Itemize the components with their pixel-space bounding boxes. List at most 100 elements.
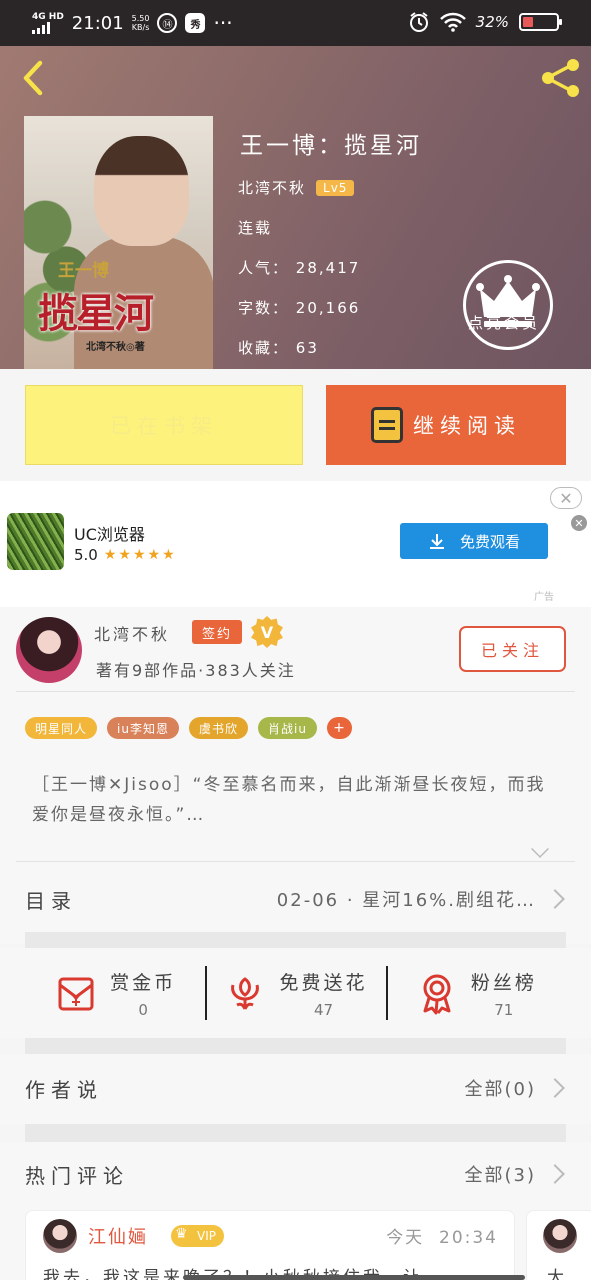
- book-popularity: 人气： 28,417: [238, 259, 361, 277]
- author-says-section: 作者说 全部(0): [0, 1054, 591, 1124]
- battery-icon: [519, 13, 562, 31]
- hot-comments-row[interactable]: 热门评论 全部(3): [25, 1154, 566, 1194]
- reward-label: 免费送花: [279, 971, 368, 994]
- tag-chip[interactable]: 肖战iu: [257, 717, 317, 739]
- flower-icon: [231, 977, 260, 1010]
- cover-figure-face: [94, 136, 189, 246]
- ad-label: 广告: [534, 592, 554, 603]
- status-bar: 4G HD 21:01 5.50 KB/s ⑭ 秀 ··· 32%: [0, 0, 591, 46]
- gift-envelope-icon: [58, 977, 94, 1011]
- horizontal-scrollbar[interactable]: [183, 1275, 525, 1280]
- reward-value: 0: [138, 1000, 148, 1019]
- book-word-count: 字数： 20,166: [238, 299, 361, 317]
- book-author-line: 北湾不秋 Lv5: [238, 177, 355, 198]
- divider: [16, 861, 575, 862]
- ad-close-button[interactable]: ✕: [550, 487, 582, 509]
- divider: [16, 691, 575, 692]
- alarm-icon: [409, 12, 428, 32]
- author-name[interactable]: 北湾不秋: [94, 621, 170, 645]
- tag-list: 明星同人 iu李知恩 虞书欣 肖战iu +: [25, 717, 352, 739]
- back-icon[interactable]: [18, 58, 48, 98]
- reward-label: 赏金币: [110, 971, 177, 994]
- notification-show-icon: 秀: [185, 13, 206, 33]
- chevron-right-icon: [545, 889, 565, 909]
- continue-reading-label: 继续阅读: [413, 414, 521, 438]
- wifi-icon: [439, 12, 466, 32]
- verified-badge-icon: V: [251, 616, 283, 648]
- more-notifications-icon: ···: [213, 11, 233, 35]
- vip-crown-button[interactable]: [463, 260, 553, 350]
- vip-label[interactable]: 点亮会员: [468, 312, 540, 333]
- crown-icon: [476, 275, 540, 327]
- reward-value: 47: [313, 1000, 334, 1019]
- reward-fan-ranking[interactable]: 粉丝榜 71: [385, 948, 566, 1038]
- ad-app-name: UC浏览器: [74, 525, 145, 544]
- author-says-label: 作者说: [25, 1077, 103, 1102]
- reward-label: 粉丝榜: [470, 971, 537, 994]
- author-avatar[interactable]: [16, 617, 82, 683]
- cover-credit: 北湾不秋◎著: [86, 342, 145, 353]
- tag-chip[interactable]: 虞书欣: [188, 717, 248, 739]
- reward-flowers[interactable]: 免费送花 47: [205, 948, 385, 1038]
- commenter-avatar[interactable]: [43, 1219, 77, 1253]
- book-cover[interactable]: 王一博 揽星河 北湾不秋◎著: [24, 116, 213, 369]
- ad-download-button[interactable]: 免费观看: [400, 523, 548, 559]
- author-says-count: 全部(0): [464, 1079, 536, 1100]
- catalog-label: 目录: [25, 888, 77, 913]
- hot-comments-label: 热门评论: [25, 1163, 129, 1188]
- commenter-avatar[interactable]: [543, 1219, 577, 1253]
- latest-chapter: 02-06 · 星河16%.剧组花…: [276, 890, 536, 911]
- follow-button[interactable]: 已关注: [459, 626, 566, 672]
- chevron-right-icon: [545, 1164, 565, 1184]
- network-type: 4G HD: [32, 11, 64, 22]
- add-tag-button[interactable]: +: [326, 717, 352, 739]
- notification-app-icon: ⑭: [157, 13, 178, 33]
- section-separator: [25, 1038, 566, 1054]
- share-icon[interactable]: [539, 56, 583, 100]
- comment-card[interactable]: 大: [526, 1210, 591, 1280]
- signed-badge: 签约: [192, 620, 242, 644]
- book-favorites: 收藏： 63: [238, 339, 319, 357]
- hot-comments-count: 全部(3): [464, 1165, 536, 1186]
- ad-rating: 5.0 ★★★★★: [74, 546, 177, 564]
- synopsis[interactable]: ［王一博✕Jisoo］“冬至慕名而来，自此渐渐昼长夜短，而我爱你是昼夜永恒。”…: [32, 770, 562, 830]
- ad-dismiss-icon[interactable]: ✕: [571, 515, 587, 531]
- tag-chip[interactable]: iu李知恩: [107, 717, 179, 739]
- reward-coins[interactable]: 赏金币 0: [25, 948, 205, 1038]
- in-bookshelf-button[interactable]: 已在书架: [25, 385, 303, 465]
- battery-level: [523, 17, 534, 27]
- section-separator: [25, 932, 566, 948]
- section-separator: [25, 1124, 566, 1142]
- book-header: 王一博 揽星河 北湾不秋◎著 王一博：揽星河 北湾不秋 Lv5 连载 人气： 2…: [0, 46, 591, 369]
- comment-time: 今天 20:34: [386, 1228, 498, 1248]
- download-icon: [429, 534, 444, 549]
- book-title: 王一博：揽星河: [240, 133, 422, 159]
- expand-chevron-icon[interactable]: [531, 840, 549, 858]
- book-icon: [371, 407, 403, 443]
- continue-reading-button[interactable]: 继续阅读: [326, 385, 566, 465]
- clock: 21:01: [71, 12, 124, 34]
- star-rating-icon: ★★★★★: [103, 547, 177, 563]
- tag-chip[interactable]: 明星同人: [25, 717, 98, 739]
- net-speed: 5.50 KB/s: [131, 14, 150, 32]
- cover-subtitle: 王一博: [58, 261, 109, 281]
- reward-bar: 赏金币 0 免费送花 47 粉丝榜 71: [25, 948, 566, 1038]
- author-level-badge: Lv5: [316, 179, 355, 196]
- vip-badge: VIP: [171, 1225, 224, 1247]
- cover-title: 揽星河: [38, 290, 154, 337]
- author-says-row[interactable]: 作者说 全部(0): [25, 1068, 566, 1108]
- ad-banner[interactable]: ✕ ✕ UC浏览器 5.0 ★★★★★ 免费观看 广告: [0, 481, 591, 607]
- rank-medal-icon: [423, 974, 451, 1015]
- commenter-name[interactable]: 江仙婳: [88, 1223, 148, 1249]
- book-author[interactable]: 北湾不秋: [238, 177, 306, 198]
- catalog-row[interactable]: 目录 02-06 · 星河16%.剧组花…: [25, 877, 566, 921]
- comment-card[interactable]: 江仙婳 VIP 今天 20:34 我去，我这是来晚了？！小秋秋接住我，让: [25, 1210, 515, 1280]
- comment-text: 大: [547, 1268, 564, 1280]
- reward-value: 71: [494, 1000, 514, 1019]
- book-status: 连载: [238, 219, 273, 237]
- author-stats: 著有9部作品·383人关注: [96, 661, 296, 680]
- chevron-right-icon: [545, 1078, 565, 1098]
- author-section: 北湾不秋 签约 V 著有9部作品·383人关注 已关注 明星同人 iu李知恩 虞书欣…: [0, 607, 591, 944]
- battery-percent: 32%: [475, 13, 509, 31]
- ad-thumbnail[interactable]: [7, 513, 64, 570]
